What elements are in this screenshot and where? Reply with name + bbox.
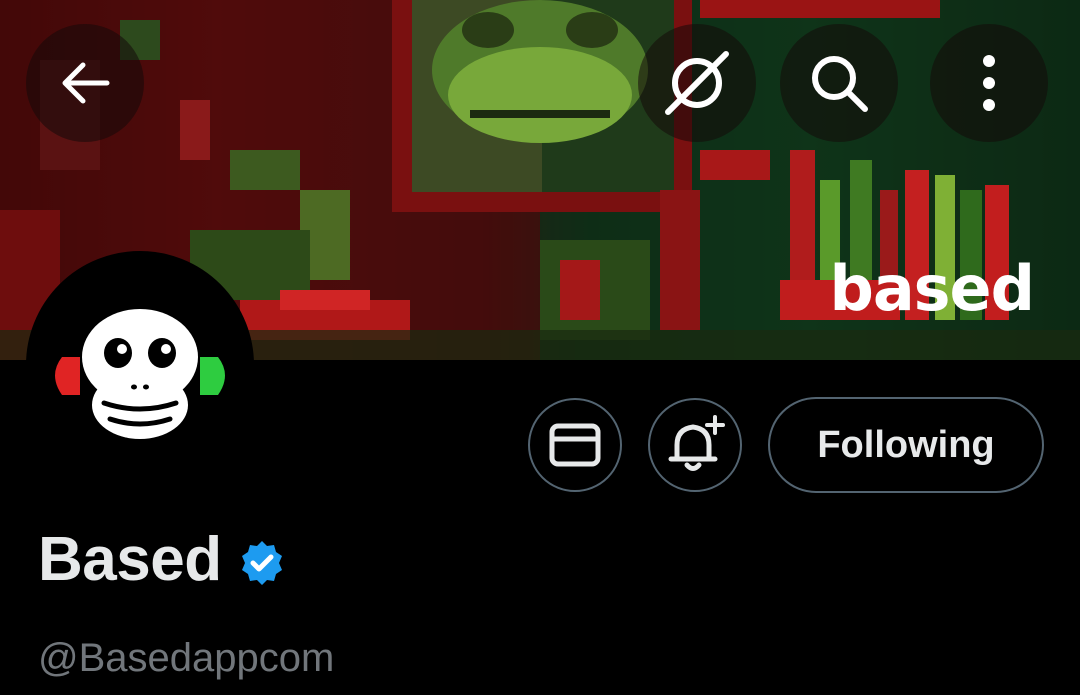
monkey-headphones-icon (55, 290, 225, 439)
following-button[interactable]: Following (768, 397, 1044, 493)
profile-name-row: Based (38, 524, 286, 595)
avatar[interactable] (26, 251, 254, 479)
more-vertical-icon (983, 55, 995, 111)
back-button[interactable] (26, 24, 144, 142)
bell-plus-icon (668, 415, 725, 471)
grok-icon (665, 51, 729, 115)
profile-handle: @Basedappcom (38, 636, 335, 680)
notifications-button[interactable] (648, 398, 742, 492)
search-icon (812, 56, 868, 112)
more-options-button[interactable] (930, 24, 1048, 142)
search-button[interactable] (780, 24, 898, 142)
display-name: Based (38, 525, 222, 594)
grok-button[interactable] (638, 24, 756, 142)
envelope-icon (549, 423, 601, 467)
message-button[interactable] (528, 398, 622, 492)
banner-logo-text: based (829, 252, 1035, 325)
verified-badge-icon[interactable] (238, 539, 286, 587)
arrow-left-icon (62, 62, 110, 104)
